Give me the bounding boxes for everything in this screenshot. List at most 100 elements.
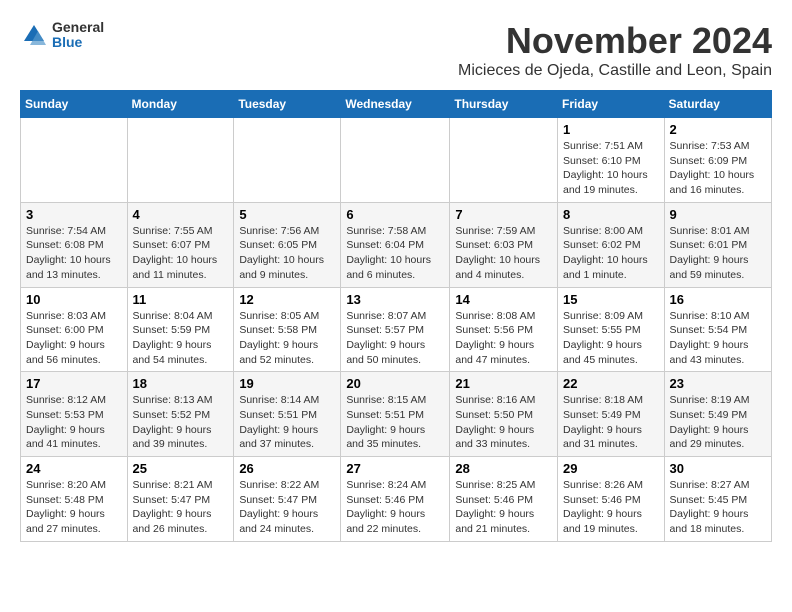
logo-icon [20,21,48,49]
day-number: 12 [239,292,335,307]
calendar-cell: 12 Sunrise: 8:05 AM Sunset: 5:58 PM Dayli… [234,287,341,372]
calendar-cell [341,118,450,203]
logo-blue: Blue [52,35,104,50]
calendar-cell: 8 Sunrise: 8:00 AM Sunset: 6:02 PM Daylig… [558,202,665,287]
calendar-cell [234,118,341,203]
day-number: 26 [239,461,335,476]
calendar-week-row: 3 Sunrise: 7:54 AM Sunset: 6:08 PM Daylig… [21,202,772,287]
day-info: Sunrise: 8:10 AM Sunset: 5:54 PM Dayligh… [670,309,766,368]
calendar-cell [127,118,234,203]
weekday-header-saturday: Saturday [664,91,771,118]
calendar-cell: 7 Sunrise: 7:59 AM Sunset: 6:03 PM Daylig… [450,202,558,287]
day-info: Sunrise: 8:18 AM Sunset: 5:49 PM Dayligh… [563,393,659,452]
calendar-cell: 6 Sunrise: 7:58 AM Sunset: 6:04 PM Daylig… [341,202,450,287]
day-number: 29 [563,461,659,476]
day-info: Sunrise: 8:24 AM Sunset: 5:46 PM Dayligh… [346,478,444,537]
calendar-week-row: 1 Sunrise: 7:51 AM Sunset: 6:10 PM Daylig… [21,118,772,203]
calendar-cell [21,118,128,203]
day-number: 7 [455,207,552,222]
day-number: 25 [133,461,229,476]
day-number: 9 [670,207,766,222]
day-number: 21 [455,376,552,391]
calendar-cell: 2Sunrise: 7:53 AM Sunset: 6:09 PM Daylig… [664,118,771,203]
day-info: Sunrise: 8:00 AM Sunset: 6:02 PM Dayligh… [563,224,659,283]
weekday-header-thursday: Thursday [450,91,558,118]
day-number: 23 [670,376,766,391]
calendar-cell: 23 Sunrise: 8:19 AM Sunset: 5:49 PM Dayli… [664,372,771,457]
day-number: 22 [563,376,659,391]
calendar-cell: 19Sunrise: 8:14 AM Sunset: 5:51 PM Dayli… [234,372,341,457]
day-number: 30 [670,461,766,476]
calendar-cell: 29 Sunrise: 8:26 AM Sunset: 5:46 PM Dayli… [558,457,665,542]
calendar-cell: 25 Sunrise: 8:21 AM Sunset: 5:47 PM Dayli… [127,457,234,542]
day-number: 6 [346,207,444,222]
day-info: Sunrise: 8:26 AM Sunset: 5:46 PM Dayligh… [563,478,659,537]
day-number: 28 [455,461,552,476]
day-info: Sunrise: 8:21 AM Sunset: 5:47 PM Dayligh… [133,478,229,537]
calendar-week-row: 10Sunrise: 8:03 AM Sunset: 6:00 PM Dayli… [21,287,772,372]
calendar-cell: 17Sunrise: 8:12 AM Sunset: 5:53 PM Dayli… [21,372,128,457]
day-number: 20 [346,376,444,391]
calendar-cell: 26 Sunrise: 8:22 AM Sunset: 5:47 PM Dayli… [234,457,341,542]
calendar-cell: 4 Sunrise: 7:55 AM Sunset: 6:07 PM Daylig… [127,202,234,287]
day-info: Sunrise: 8:05 AM Sunset: 5:58 PM Dayligh… [239,309,335,368]
day-info: Sunrise: 8:01 AM Sunset: 6:01 PM Dayligh… [670,224,766,283]
calendar-cell: 16Sunrise: 8:10 AM Sunset: 5:54 PM Dayli… [664,287,771,372]
calendar-cell: 13Sunrise: 8:07 AM Sunset: 5:57 PM Dayli… [341,287,450,372]
day-number: 13 [346,292,444,307]
day-info: Sunrise: 8:15 AM Sunset: 5:51 PM Dayligh… [346,393,444,452]
day-number: 1 [563,122,659,137]
day-info: Sunrise: 7:54 AM Sunset: 6:08 PM Dayligh… [26,224,122,283]
day-info: Sunrise: 8:04 AM Sunset: 5:59 PM Dayligh… [133,309,229,368]
day-info: Sunrise: 8:09 AM Sunset: 5:55 PM Dayligh… [563,309,659,368]
calendar-cell: 20 Sunrise: 8:15 AM Sunset: 5:51 PM Dayli… [341,372,450,457]
calendar-cell: 9 Sunrise: 8:01 AM Sunset: 6:01 PM Daylig… [664,202,771,287]
calendar-cell: 28 Sunrise: 8:25 AM Sunset: 5:46 PM Dayli… [450,457,558,542]
calendar-cell: 30Sunrise: 8:27 AM Sunset: 5:45 PM Dayli… [664,457,771,542]
logo-general: General [52,20,104,35]
calendar-cell: 18Sunrise: 8:13 AM Sunset: 5:52 PM Dayli… [127,372,234,457]
calendar-cell: 5 Sunrise: 7:56 AM Sunset: 6:05 PM Daylig… [234,202,341,287]
calendar-cell: 11Sunrise: 8:04 AM Sunset: 5:59 PM Dayli… [127,287,234,372]
day-number: 18 [133,376,229,391]
calendar-cell: 27 Sunrise: 8:24 AM Sunset: 5:46 PM Dayli… [341,457,450,542]
day-number: 17 [26,376,122,391]
day-number: 15 [563,292,659,307]
day-number: 27 [346,461,444,476]
logo-text: General Blue [52,20,104,51]
weekday-header-row: SundayMondayTuesdayWednesdayThursdayFrid… [21,91,772,118]
calendar-week-row: 24Sunrise: 8:20 AM Sunset: 5:48 PM Dayli… [21,457,772,542]
day-number: 3 [26,207,122,222]
day-info: Sunrise: 8:25 AM Sunset: 5:46 PM Dayligh… [455,478,552,537]
location-subtitle: Micieces de Ojeda, Castille and Leon, Sp… [458,62,772,80]
calendar-cell: 1 Sunrise: 7:51 AM Sunset: 6:10 PM Daylig… [558,118,665,203]
day-number: 8 [563,207,659,222]
day-info: Sunrise: 7:51 AM Sunset: 6:10 PM Dayligh… [563,139,659,198]
day-info: Sunrise: 8:22 AM Sunset: 5:47 PM Dayligh… [239,478,335,537]
day-number: 10 [26,292,122,307]
page-header: General Blue November 2024 Micieces de O… [20,20,772,80]
day-info: Sunrise: 7:58 AM Sunset: 6:04 PM Dayligh… [346,224,444,283]
day-number: 19 [239,376,335,391]
calendar-cell: 24Sunrise: 8:20 AM Sunset: 5:48 PM Dayli… [21,457,128,542]
day-number: 5 [239,207,335,222]
month-title: November 2024 [458,20,772,62]
day-number: 14 [455,292,552,307]
weekday-header-friday: Friday [558,91,665,118]
calendar-cell: 3 Sunrise: 7:54 AM Sunset: 6:08 PM Daylig… [21,202,128,287]
day-number: 4 [133,207,229,222]
calendar-cell: 10Sunrise: 8:03 AM Sunset: 6:00 PM Dayli… [21,287,128,372]
calendar-cell [450,118,558,203]
weekday-header-tuesday: Tuesday [234,91,341,118]
day-info: Sunrise: 8:08 AM Sunset: 5:56 PM Dayligh… [455,309,552,368]
day-info: Sunrise: 7:53 AM Sunset: 6:09 PM Dayligh… [670,139,766,198]
day-info: Sunrise: 8:19 AM Sunset: 5:49 PM Dayligh… [670,393,766,452]
weekday-header-monday: Monday [127,91,234,118]
logo: General Blue [20,20,104,51]
day-info: Sunrise: 7:56 AM Sunset: 6:05 PM Dayligh… [239,224,335,283]
day-number: 24 [26,461,122,476]
calendar-week-row: 17Sunrise: 8:12 AM Sunset: 5:53 PM Dayli… [21,372,772,457]
weekday-header-wednesday: Wednesday [341,91,450,118]
day-info: Sunrise: 7:59 AM Sunset: 6:03 PM Dayligh… [455,224,552,283]
day-info: Sunrise: 7:55 AM Sunset: 6:07 PM Dayligh… [133,224,229,283]
